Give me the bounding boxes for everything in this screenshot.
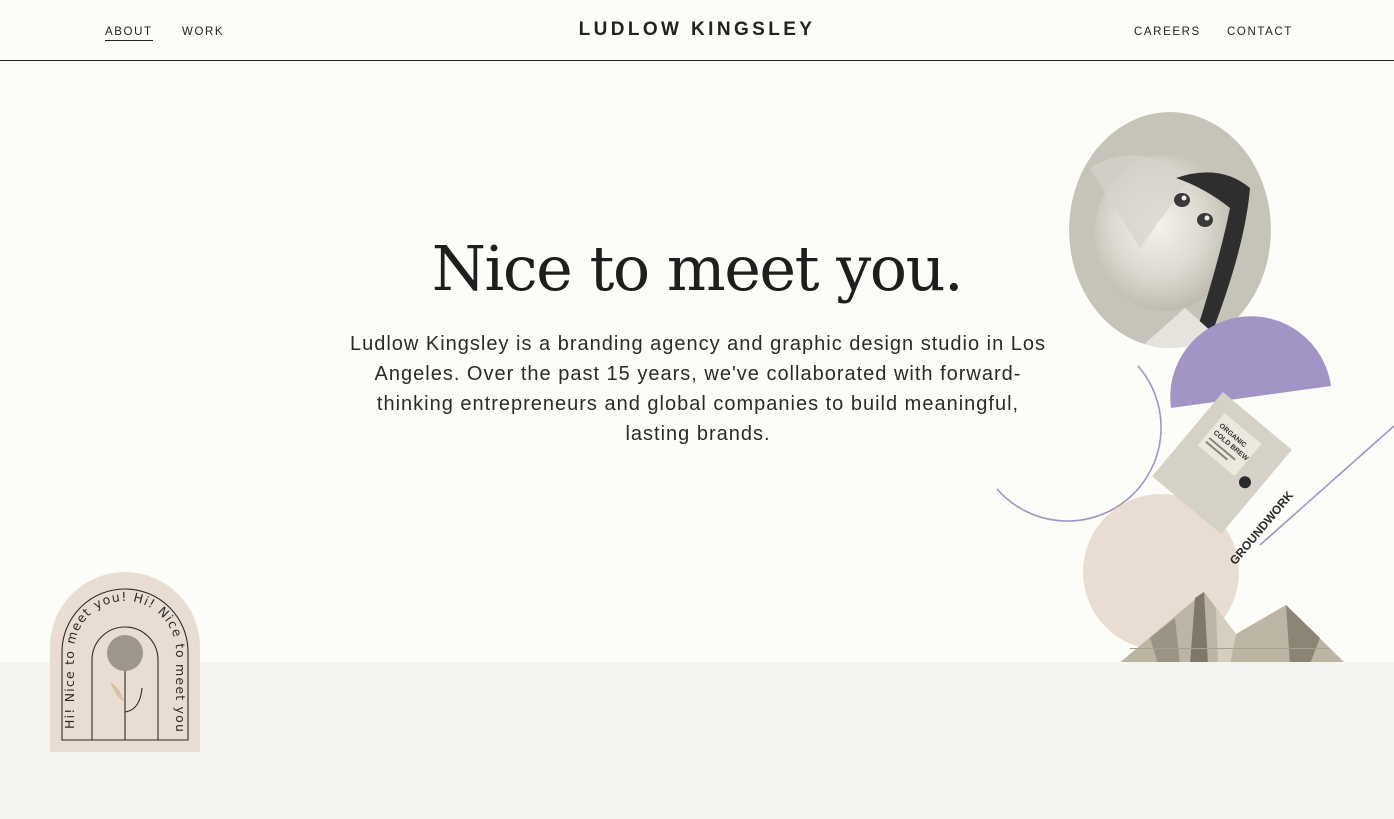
bottom-section-band xyxy=(0,662,1394,819)
lavender-arc-line xyxy=(996,365,1162,522)
nice-to-meet-you-badge: Hi! Nice to meet you! Hi! Nice to meet y… xyxy=(50,572,200,752)
nav-careers-link[interactable]: CAREERS xyxy=(1134,26,1201,38)
badge-flower-head xyxy=(107,635,143,671)
site-header: ABOUT WORK LUDLOW KINGSLEY CAREERS CONTA… xyxy=(0,0,1394,61)
hero-description: Ludlow Kingsley is a branding agency and… xyxy=(349,333,1047,445)
cat-photo-image xyxy=(1069,112,1271,348)
hero-collage: ORGANIC COLD BREW GROUNDWORK xyxy=(996,112,1394,662)
nav-contact-link[interactable]: CONTACT xyxy=(1227,26,1293,38)
